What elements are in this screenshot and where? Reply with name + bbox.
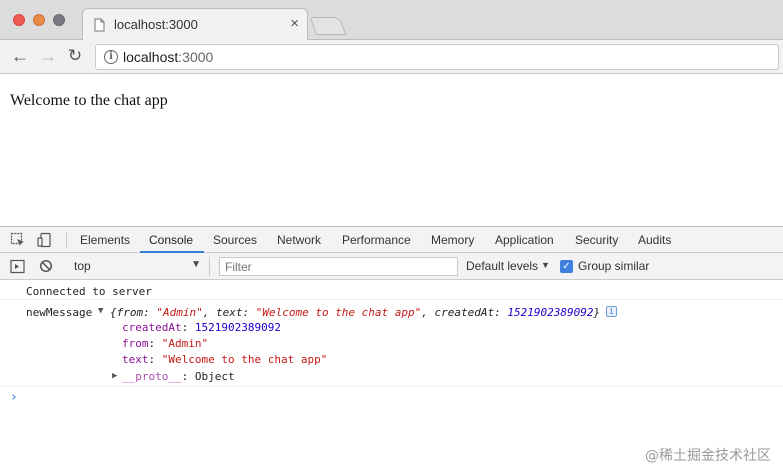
browser-titlebar: localhost:3000 × [0, 0, 783, 41]
tab-application[interactable]: Application [495, 233, 554, 247]
tab-separator [66, 232, 67, 248]
tab-memory[interactable]: Memory [431, 233, 474, 247]
context-selector[interactable]: top ▼ [68, 257, 210, 276]
tab-sources[interactable]: Sources [213, 233, 257, 247]
back-arrow-icon[interactable]: ← [10, 46, 30, 66]
tab-console[interactable]: Console [149, 233, 193, 247]
window-minimize-icon[interactable] [33, 14, 45, 26]
window-close-icon[interactable] [13, 14, 25, 26]
window-maximize-icon[interactable] [53, 14, 65, 26]
reload-icon[interactable]: ↻ [65, 46, 85, 66]
chevron-down-icon: ▼ [191, 259, 201, 270]
object-proto[interactable]: __proto__: Object [122, 370, 235, 383]
new-tab-button[interactable] [309, 17, 347, 35]
group-similar-checkbox[interactable]: ✓ [560, 260, 573, 273]
object-property: text: "Welcome to the chat app" [122, 353, 328, 366]
watermark: @稀土掘金技术社区 [645, 448, 771, 464]
object-property: from: "Admin" [122, 337, 209, 350]
console-message-label: newMessage [26, 306, 93, 319]
console-message-text: Connected to server [26, 285, 152, 298]
clear-console-icon[interactable] [39, 259, 53, 273]
console-message: newMessage ▼ {from: "Admin", text: "Welc… [0, 300, 783, 387]
console-toolbar: top ▼ Default levels ▼ ✓ Group similar [0, 253, 783, 280]
browser-toolbar: ← → ↻ i localhost:3000 [0, 40, 783, 74]
log-levels-dropdown[interactable]: Default levels [466, 259, 538, 273]
object-property: createdAt: 1521902389092 [122, 321, 281, 334]
console-message: Connected to server [0, 280, 783, 300]
console-prompt[interactable]: › [10, 390, 18, 405]
devtools-panel: Elements Console Sources Network Perform… [0, 226, 783, 471]
expand-triangle-icon[interactable]: ▶ [112, 371, 117, 381]
tab-elements[interactable]: Elements [80, 233, 130, 247]
address-bar[interactable]: i localhost:3000 [95, 44, 779, 70]
show-sidebar-icon[interactable] [10, 259, 25, 274]
page-welcome-text: Welcome to the chat app [10, 92, 168, 109]
url-text[interactable]: localhost:3000 [123, 49, 213, 65]
group-similar-label: Group similar [578, 259, 650, 273]
forward-arrow-icon[interactable]: → [38, 46, 58, 66]
info-icon[interactable]: i [606, 306, 617, 317]
console-output: Connected to server newMessage ▼ {from: … [0, 280, 783, 471]
expand-triangle-icon[interactable]: ▼ [98, 306, 103, 316]
tab-performance[interactable]: Performance [342, 233, 411, 247]
tab-network[interactable]: Network [277, 233, 321, 247]
inspect-element-icon[interactable] [10, 232, 26, 248]
tab-title: localhost:3000 [114, 17, 198, 32]
tab-close-icon[interactable]: × [290, 15, 299, 32]
filter-input[interactable] [219, 257, 458, 276]
device-toolbar-icon[interactable] [37, 232, 53, 248]
chevron-down-icon: ▼ [541, 260, 550, 270]
object-preview[interactable]: {from: "Admin", text: "Welcome to the ch… [110, 306, 600, 319]
devtools-tab-bar: Elements Console Sources Network Perform… [0, 227, 783, 253]
browser-tab[interactable]: localhost:3000 × [82, 8, 308, 41]
page-icon [94, 18, 105, 32]
tab-audits[interactable]: Audits [638, 233, 671, 247]
page-viewport: Welcome to the chat app [0, 75, 783, 226]
context-value: top [74, 259, 91, 273]
info-icon[interactable]: i [104, 50, 118, 64]
tab-security[interactable]: Security [575, 233, 618, 247]
